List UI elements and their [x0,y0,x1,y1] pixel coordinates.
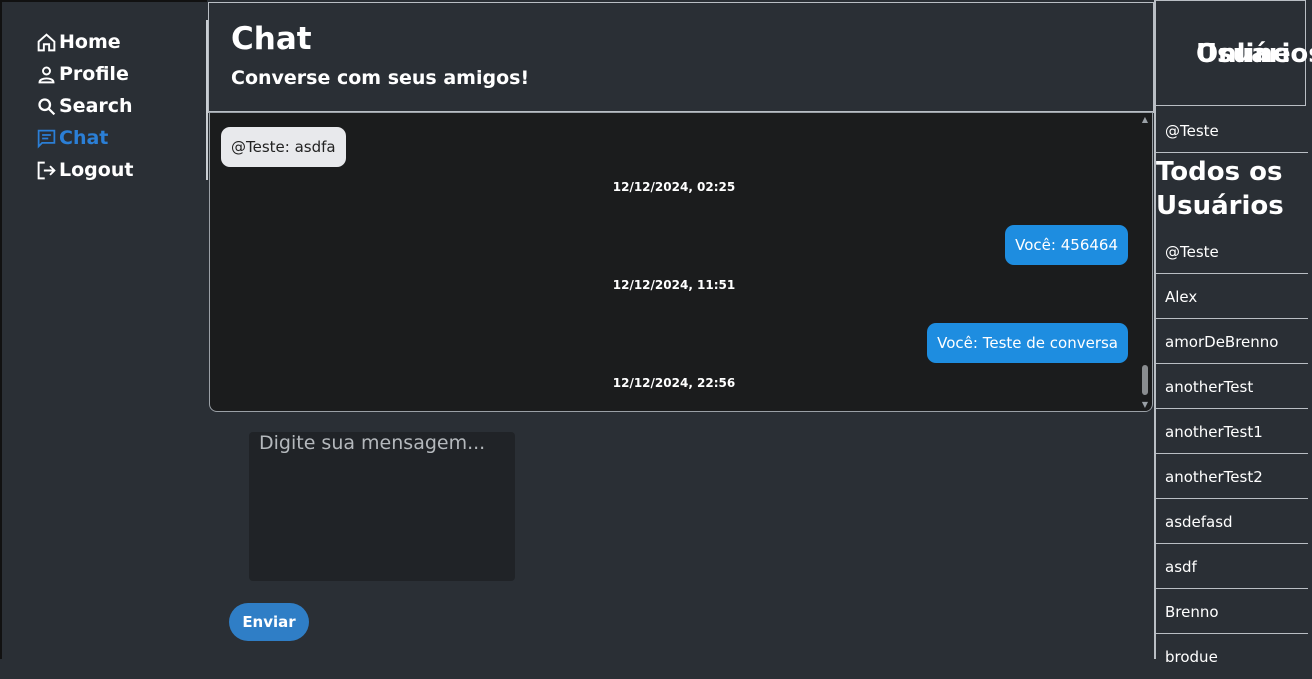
online-title-line2: Online [1196,39,1291,69]
online-user-item[interactable]: @Teste [1156,109,1308,153]
user-list-item[interactable]: Alex [1156,275,1308,319]
nav-list: Home Profile Search Chat Logout [36,26,133,186]
online-users-heading: Usuários Online [1156,0,1312,106]
scrollbar-thumb[interactable] [1142,365,1148,395]
message-bubble-sent: Você: 456464 [1005,225,1128,265]
window-frame-left [0,0,2,659]
nav-item-label: Search [59,95,133,117]
user-list-item[interactable]: brodue [1156,635,1308,679]
message-timestamp: 12/12/2024, 22:56 [612,376,736,390]
logout-icon [37,161,56,179]
user-list-item[interactable]: anotherTest [1156,365,1308,409]
sidebar-nav: Home Profile Search Chat Logout [0,0,208,659]
all-users-title-line2: Usuários [1156,191,1284,221]
message-input[interactable] [249,432,515,581]
window-frame-top [0,0,207,2]
message-bubble-received: @Teste: asdfa [221,127,346,167]
scroll-down-arrow-icon[interactable]: ▼ [1141,400,1149,409]
message-list[interactable]: @Teste: asdfa 12/12/2024, 02:25 Você: 45… [209,112,1153,412]
page-title: Chat [231,21,312,57]
nav-item-logout[interactable]: Logout [36,154,133,186]
user-list-item[interactable]: anotherTest2 [1156,455,1308,499]
message-timestamp: 12/12/2024, 11:51 [612,278,736,292]
message-bubble-sent: Você: Teste de conversa [927,323,1128,363]
nav-item-label: Logout [59,159,134,181]
send-button[interactable]: Enviar [229,603,309,641]
user-list-item[interactable]: asdf [1156,545,1308,589]
users-panel: Usuários Online @Teste Todos os Usuários … [1154,0,1312,666]
message-list-scrollbar[interactable]: ▲ ▼ [1139,113,1151,411]
user-list-item[interactable]: amorDeBrenno [1156,320,1308,364]
all-users-heading: Todos os Usuários [1156,155,1284,223]
user-list-item[interactable]: asdefasd [1156,500,1308,544]
message-timestamp: 12/12/2024, 02:25 [612,180,736,194]
user-list-item[interactable]: anotherTest1 [1156,410,1308,454]
user-list-item[interactable]: Brenno [1156,590,1308,634]
nav-item-label: Profile [59,63,129,85]
nav-item-chat[interactable]: Chat [36,122,133,154]
user-icon [38,66,55,83]
search-icon [38,97,56,115]
page-subtitle: Converse com seus amigos! [231,67,530,89]
chat-header: Chat Converse com seus amigos! [208,2,1154,113]
nav-item-profile[interactable]: Profile [36,58,133,90]
chat-icon [37,129,56,148]
scroll-up-arrow-icon[interactable]: ▲ [1141,115,1149,124]
all-users-title-line1: Todos os [1156,157,1283,187]
nav-item-label: Chat [59,127,109,149]
nav-item-home[interactable]: Home [36,26,133,58]
nav-item-label: Home [59,31,121,53]
home-icon [37,32,56,51]
chat-main: Chat Converse com seus amigos! @Teste: a… [208,2,1154,659]
nav-item-search[interactable]: Search [36,90,133,122]
user-list-item[interactable]: @Teste [1156,230,1308,274]
